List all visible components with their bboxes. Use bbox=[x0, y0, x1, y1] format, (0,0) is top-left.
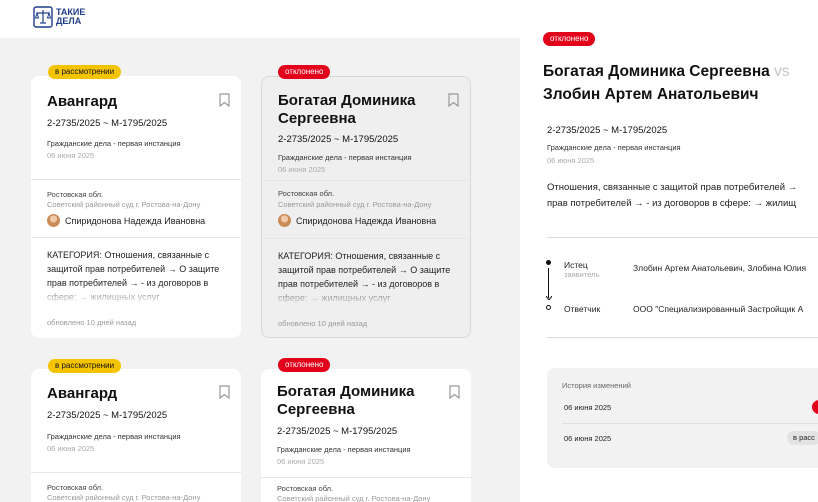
case-type: Гражданские дела - первая инстанция bbox=[47, 432, 181, 441]
plaintiff-label: Истец bbox=[564, 260, 588, 270]
detail-title: Богатая Доминика Сергеевна vs Злобин Арт… bbox=[543, 60, 818, 106]
updated-text: обновлено 10 дней назад bbox=[47, 318, 137, 327]
status-badge: в рассмотрении bbox=[48, 65, 122, 79]
category: КАТЕГОРИЯ: Отношения, связанные с защито… bbox=[278, 249, 464, 305]
plaintiff-value: Злобин Артем Анатольевич, Злобина Юлия bbox=[633, 263, 807, 273]
case-number: 2-2735/2025 ~ М-1795/2025 bbox=[278, 134, 399, 145]
status-badge: отклонено bbox=[278, 65, 331, 79]
arrow-down-icon bbox=[545, 296, 552, 300]
case-date: 06 июня 2025 bbox=[47, 151, 95, 160]
court: Советский районный суд г. Ростова-на-Дон… bbox=[277, 494, 431, 502]
history-panel: История изменений 06 июня 2025 06 июня 2… bbox=[547, 368, 818, 468]
divider bbox=[262, 180, 470, 181]
history-title: История изменений bbox=[562, 381, 631, 390]
detail-category: Отношения, связанные с защитой прав потр… bbox=[547, 180, 818, 212]
divider bbox=[261, 477, 471, 478]
judge-name: Спиридонова Надежда Ивановна bbox=[65, 215, 206, 226]
plaintiff: Истец заявитель bbox=[564, 260, 599, 279]
detail-status-badge: отклонено bbox=[543, 32, 596, 46]
defendant: Ответчик bbox=[564, 304, 600, 314]
detail-case-type: Гражданские дела - первая инстанция bbox=[547, 143, 681, 152]
court: Советский районный суд г. Ростова-на-Дон… bbox=[47, 493, 201, 502]
status-badge: в рассмотрении bbox=[48, 359, 122, 373]
divider bbox=[547, 237, 818, 238]
bookmark-icon[interactable] bbox=[448, 93, 459, 107]
history-status-badge: в расс bbox=[787, 431, 818, 445]
judge-avatar bbox=[47, 214, 60, 227]
case-type: Гражданские дела - первая инстанция bbox=[277, 445, 411, 454]
divider bbox=[31, 237, 241, 238]
case-date: 06 июня 2025 bbox=[277, 457, 325, 466]
region: Ростовская обл. bbox=[47, 190, 104, 199]
logo-line2: ДЕЛА bbox=[56, 16, 82, 26]
judge: Спиридонова Надежда Ивановна bbox=[47, 214, 205, 227]
updated-text: обновлено 10 дней назад bbox=[278, 319, 368, 328]
divider bbox=[262, 238, 470, 239]
case-card-selected[interactable]: Богатая Доминика Сергеевна 2-2735/2025 ~… bbox=[261, 76, 471, 338]
detail-vs: vs bbox=[774, 63, 790, 80]
detail-party2: Злобин Артем Анатольевич bbox=[543, 86, 759, 103]
court: Советский районный суд г. Ростова-на-Дон… bbox=[278, 200, 432, 209]
case-date: 06 июня 2025 bbox=[47, 444, 95, 453]
detail-case-number: 2-2735/2025 ~ М-1795/2025 bbox=[547, 125, 668, 136]
card-title: Богатая Доминика Сергеевна bbox=[277, 383, 415, 418]
plaintiff-dot-icon bbox=[546, 260, 551, 265]
judge-name: Спиридонова Надежда Ивановна bbox=[296, 215, 437, 226]
case-number: 2-2735/2025 ~ М-1795/2025 bbox=[47, 118, 168, 129]
divider bbox=[31, 472, 241, 473]
logo-text: ТАКИЕ ДЕЛА bbox=[56, 8, 85, 26]
defendant-value: ООО "Специализированный Застройщик А bbox=[633, 304, 804, 314]
case-number: 2-2735/2025 ~ М-1795/2025 bbox=[277, 426, 398, 437]
history-row-date: 06 июня 2025 bbox=[564, 403, 612, 412]
divider bbox=[547, 337, 818, 338]
card-title: Богатая Доминика Сергеевна bbox=[278, 92, 416, 127]
divider bbox=[562, 423, 818, 424]
bookmark-icon[interactable] bbox=[219, 385, 230, 399]
case-card[interactable]: Богатая Доминика Сергеевна 2-2735/2025 ~… bbox=[261, 369, 471, 502]
judge-avatar bbox=[278, 214, 291, 227]
judge: Спиридонова Надежда Ивановна bbox=[278, 214, 436, 227]
case-date: 06 июня 2025 bbox=[278, 165, 326, 174]
defendant-dot-icon bbox=[546, 305, 551, 310]
defendant-label: Ответчик bbox=[564, 304, 601, 314]
history-row-date: 06 июня 2025 bbox=[564, 434, 612, 443]
bookmark-icon[interactable] bbox=[449, 385, 460, 399]
logo[interactable]: ТАКИЕ ДЕЛА bbox=[33, 6, 85, 28]
region: Ростовская обл. bbox=[47, 483, 104, 492]
divider bbox=[31, 179, 241, 180]
card-title: Авангард bbox=[47, 93, 118, 110]
plaintiff-sub: заявитель bbox=[564, 270, 600, 279]
arrow-line bbox=[548, 268, 549, 298]
case-card[interactable]: Авангард 2-2735/2025 ~ М-1795/2025 Гражд… bbox=[31, 369, 241, 502]
category: КАТЕГОРИЯ: Отношения, связанные с защито… bbox=[47, 248, 233, 304]
detail-date: 06 июня 2025 bbox=[547, 156, 595, 165]
region: Ростовская обл. bbox=[277, 484, 334, 493]
scales-logo-icon bbox=[33, 6, 53, 28]
court: Советский районный суд г. Ростова-на-Дон… bbox=[47, 200, 201, 209]
history-status-badge bbox=[812, 400, 818, 414]
top-bar: ТАКИЕ ДЕЛА bbox=[0, 0, 520, 38]
case-detail-panel: отклонено Богатая Доминика Сергеевна vs … bbox=[520, 0, 818, 502]
detail-category-line1: Отношения, связанные с защитой прав потр… bbox=[547, 182, 798, 193]
detail-category-line2: прав потребителей → - из договоров в сфе… bbox=[547, 198, 797, 209]
status-badge: отклонено bbox=[278, 358, 331, 372]
case-type: Гражданские дела - первая инстанция bbox=[278, 153, 412, 162]
case-card[interactable]: Авангард 2-2735/2025 ~ М-1795/2025 Гражд… bbox=[31, 76, 241, 338]
case-number: 2-2735/2025 ~ М-1795/2025 bbox=[47, 410, 168, 421]
region: Ростовская обл. bbox=[278, 189, 335, 198]
detail-party1: Богатая Доминика Сергеевна bbox=[543, 63, 770, 80]
case-type: Гражданские дела - первая инстанция bbox=[47, 139, 181, 148]
bookmark-icon[interactable] bbox=[219, 93, 230, 107]
card-title: Авангард bbox=[47, 385, 118, 402]
